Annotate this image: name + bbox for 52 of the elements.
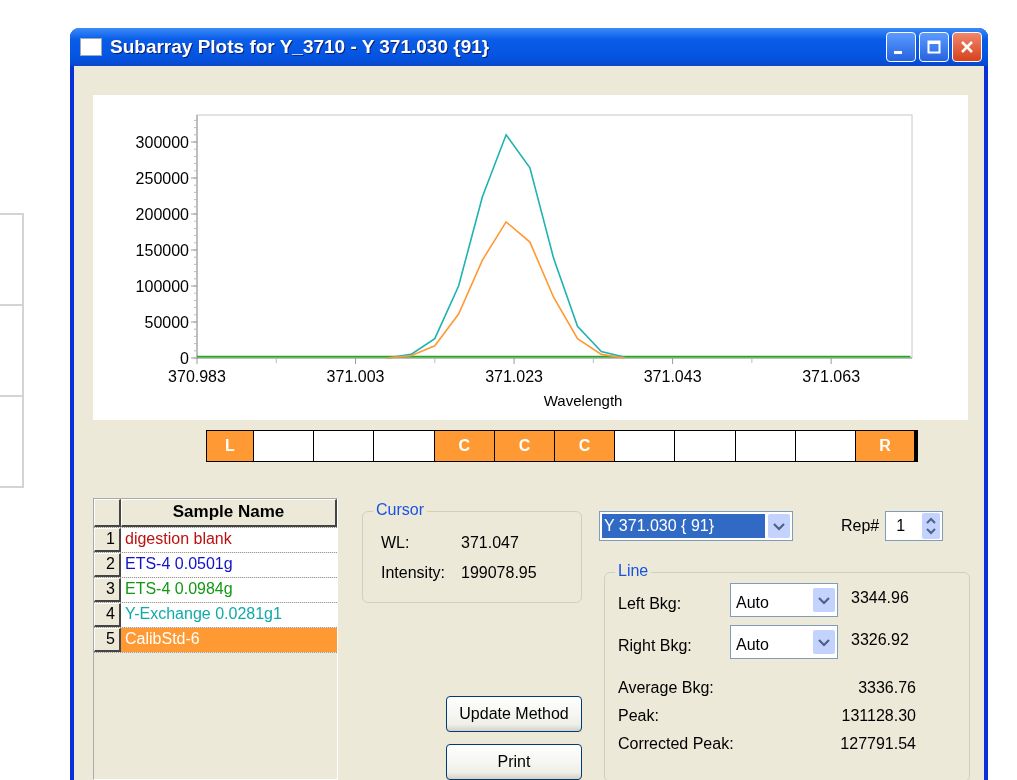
y-tick-label: 50000	[144, 314, 189, 331]
sample-name-cell[interactable]: ETS-4 0.0984g	[121, 578, 337, 602]
field-value: 3326.92	[851, 631, 909, 649]
sample-name-cell[interactable]: ETS-4 0.0501g	[121, 553, 337, 577]
row-number: 4	[94, 603, 121, 627]
x-tick-label: 371.023	[485, 368, 543, 385]
close-icon	[959, 39, 975, 55]
minimize-icon	[894, 50, 902, 54]
sample-name-cell[interactable]: digestion blank	[121, 528, 337, 552]
window-title: Subarray Plots for Y_3710 - Y 371.030 {91}	[110, 36, 490, 58]
rep-spinner[interactable]: 1	[885, 511, 944, 541]
field-label: Right Bkg:	[618, 637, 693, 655]
field-value: 371.047	[461, 534, 519, 553]
sample-name-cell[interactable]: Y-Exchange 0.0281g1	[121, 603, 337, 627]
print-button[interactable]: Print	[446, 744, 582, 780]
field-label: Corrected Peak:	[618, 735, 734, 754]
field-value: 131128.30	[840, 707, 916, 726]
y-tick-label: 300000	[135, 134, 189, 151]
maximize-button[interactable]	[919, 32, 949, 62]
field-value: 127791.54	[839, 735, 916, 754]
x-axis-label: Wavelength	[543, 392, 623, 409]
field-label: Intensity:	[381, 564, 447, 583]
field-label: WL:	[381, 534, 411, 553]
y-tick-label: 200000	[135, 206, 189, 223]
y-tick-label: 100000	[135, 278, 189, 295]
field-label: Peak:	[618, 707, 659, 726]
x-tick-label: 371.003	[326, 368, 385, 385]
field-value: 3336.76	[857, 679, 916, 698]
window-icon	[80, 38, 102, 56]
x-tick-label: 371.063	[802, 368, 861, 385]
maximize-icon	[926, 39, 942, 55]
field-label: Rep#	[841, 517, 880, 535]
y-tick-label: 150000	[135, 242, 189, 259]
row-number: 5	[94, 628, 121, 652]
field-label: Left Bkg:	[618, 595, 683, 613]
background-mode-dropdown[interactable]: Auto	[730, 625, 838, 659]
update-method-button[interactable]: Update Method	[446, 696, 582, 732]
row-number: 3	[94, 578, 121, 602]
line-dropdown[interactable]: Y 371.030 { 91}	[599, 511, 793, 541]
y-tick-label: 250000	[135, 170, 189, 187]
field-label: Average Bkg:	[618, 679, 714, 698]
background-mode-dropdown[interactable]: Auto	[730, 583, 838, 617]
close-button[interactable]	[952, 32, 982, 62]
field-value: 199078.95	[461, 564, 537, 583]
field-value: 3344.96	[851, 589, 909, 607]
x-tick-label: 370.983	[168, 368, 226, 385]
spinner-arrows-icon	[922, 513, 941, 539]
row-number: 2	[94, 553, 121, 577]
minimize-button[interactable]	[886, 32, 916, 62]
row-number: 1	[94, 528, 121, 552]
x-tick-label: 371.043	[643, 368, 702, 385]
y-tick-label: 0	[180, 350, 189, 367]
